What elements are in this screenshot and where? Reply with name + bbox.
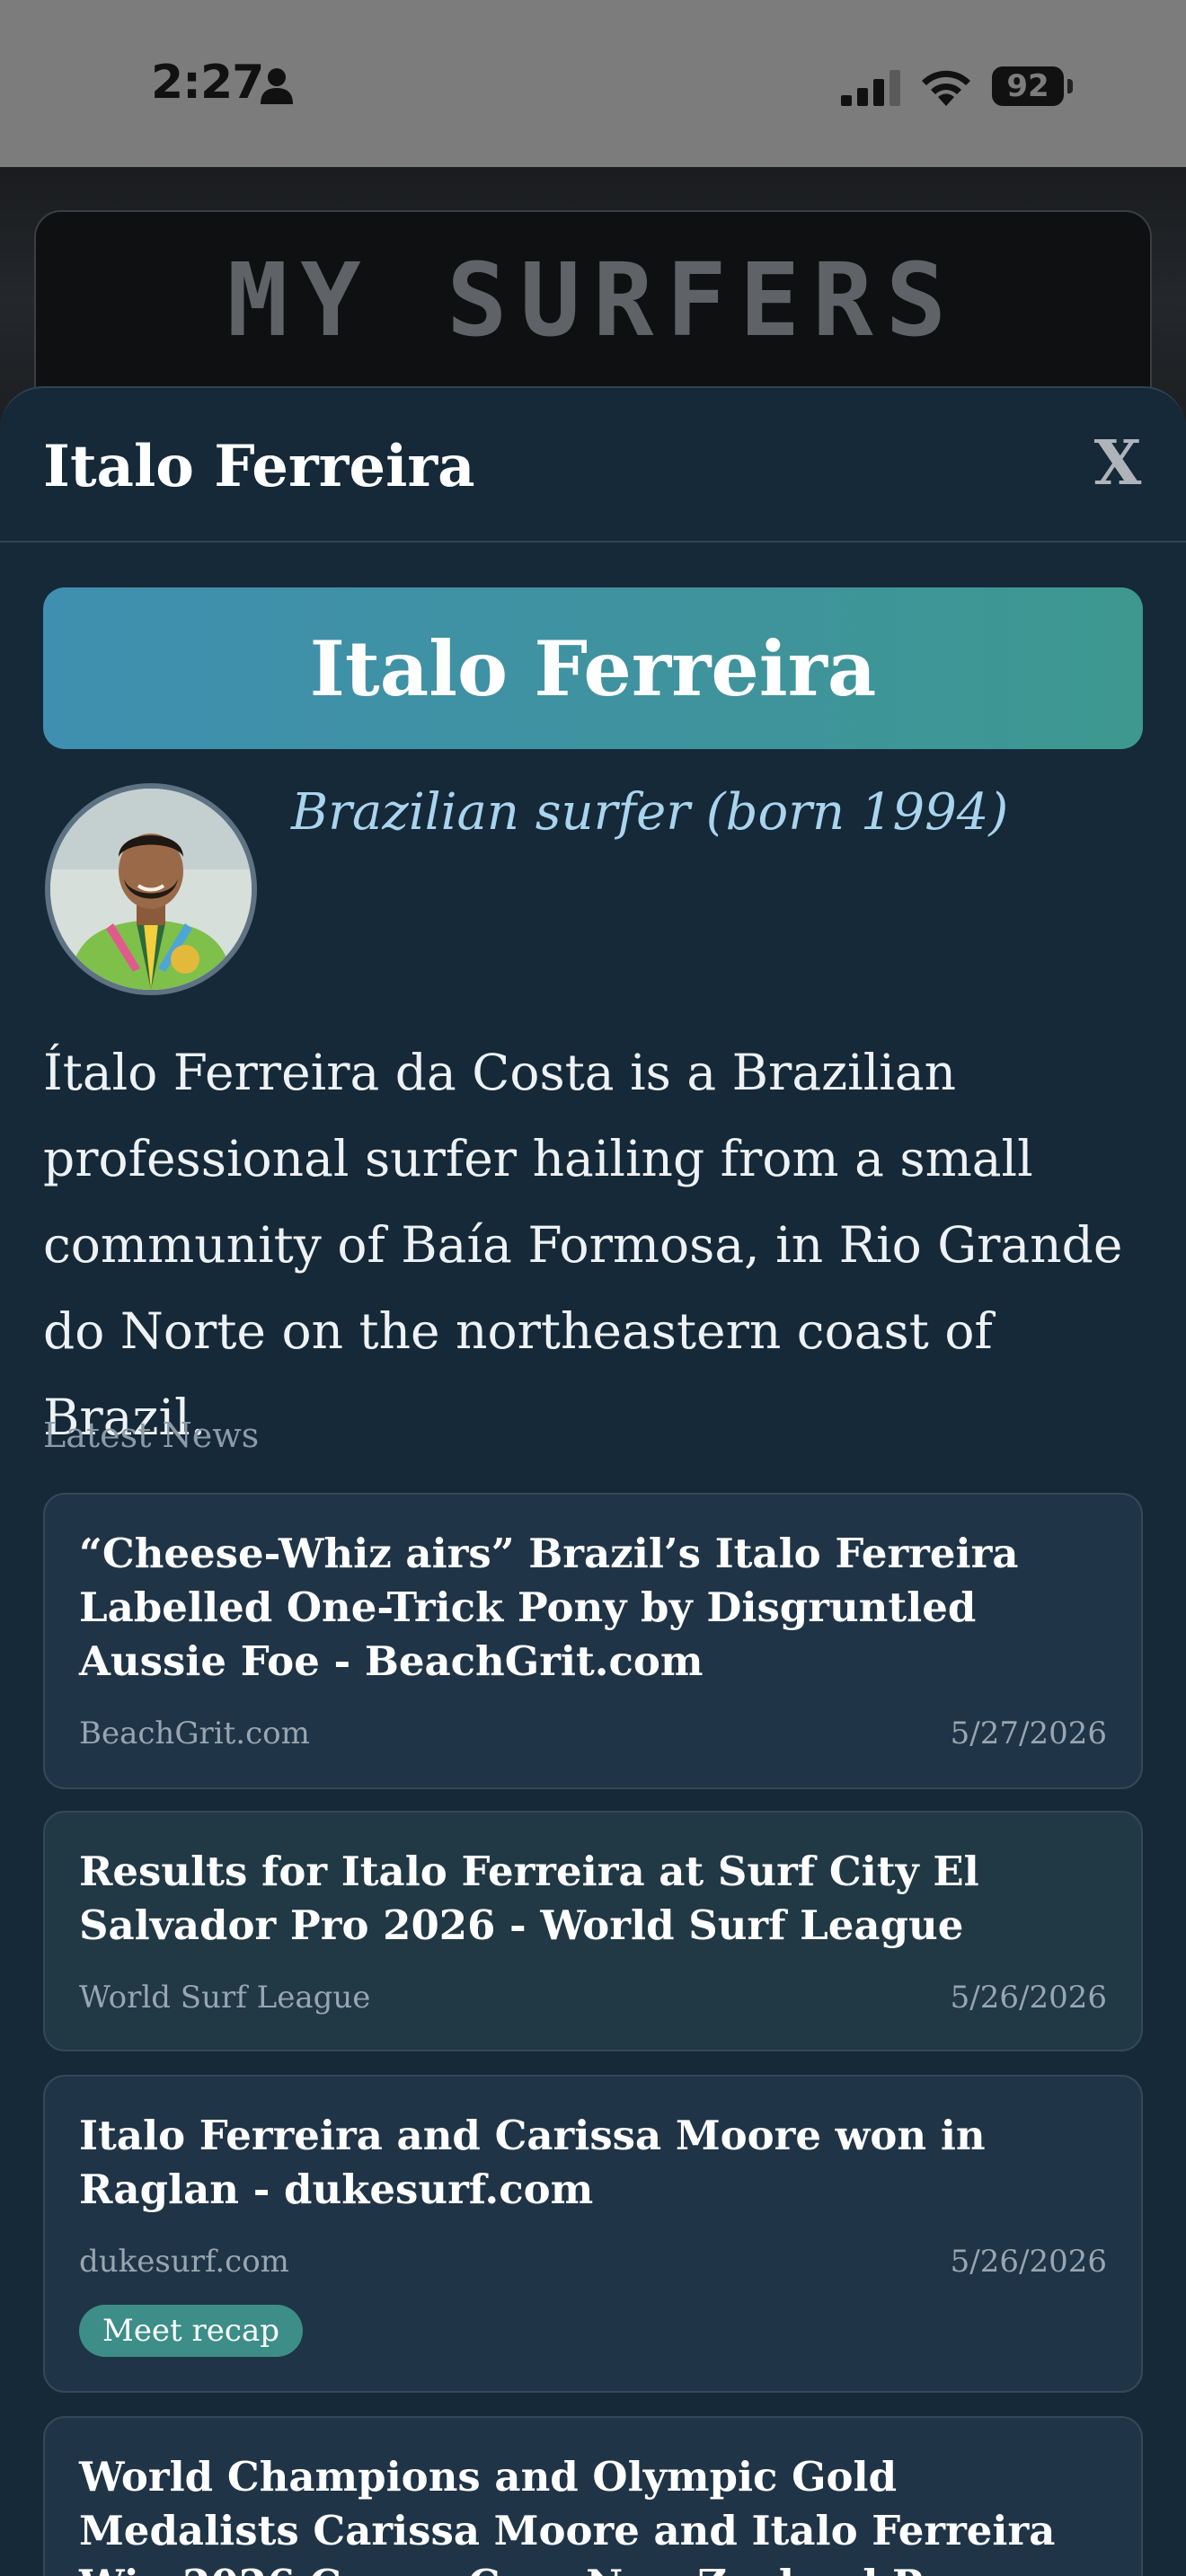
news-card[interactable]: Results for Italo Ferreira at Surf City …	[43, 1811, 1143, 2051]
news-card[interactable]: Italo Ferreira and Carissa Moore won in …	[43, 2075, 1143, 2393]
news-title: “Cheese-Whiz airs” Brazil’s Italo Ferrei…	[79, 1530, 1019, 1685]
news-source: World Surf League	[79, 1980, 371, 2016]
signal-icon	[841, 70, 900, 106]
background-app-title: MY SURFERS	[226, 243, 960, 359]
wifi-icon	[922, 70, 970, 106]
sheet-title: Italo Ferreira	[43, 433, 475, 500]
surfer-photo	[50, 789, 252, 990]
news-date: 5/26/2026	[950, 2244, 1107, 2280]
news-card[interactable]: World Champions and Olympic Gold Medalis…	[43, 2416, 1143, 2576]
news-title: Italo Ferreira and Carissa Moore won in …	[79, 2112, 986, 2213]
screen: 2:27 92 MY SURFERS Italo Ferreira X Ital…	[0, 0, 1186, 2576]
person-icon	[261, 68, 293, 104]
surfer-subtitle: Brazilian surfer (born 1994)	[291, 783, 1009, 842]
news-source: BeachGrit.com	[79, 1716, 310, 1751]
status-bar: 2:27 92	[0, 0, 1186, 167]
news-date: 5/26/2026	[950, 1980, 1107, 2016]
avatar	[45, 783, 257, 995]
name-banner: Italo Ferreira	[43, 587, 1143, 749]
battery-icon: 92	[992, 66, 1064, 106]
surfer-bio: Ítalo Ferreira da Costa is a Brazilian p…	[43, 1044, 1123, 1446]
close-button[interactable]: X	[1082, 428, 1154, 499]
latest-news-heading: Latest News	[43, 1416, 260, 1455]
news-title: World Champions and Olympic Gold Medalis…	[79, 2453, 1056, 2576]
news-tag[interactable]: Meet recap	[79, 2305, 303, 2357]
surfer-name: Italo Ferreira	[309, 623, 877, 713]
status-time: 2:27	[151, 56, 264, 110]
sheet-header: Italo Ferreira X	[0, 388, 1186, 543]
news-date: 5/27/2026	[950, 1716, 1107, 1751]
news-source: dukesurf.com	[79, 2244, 289, 2280]
news-card[interactable]: “Cheese-Whiz airs” Brazil’s Italo Ferrei…	[43, 1493, 1143, 1789]
surfer-detail-sheet: Italo Ferreira X Italo Ferreira Brazilia…	[0, 386, 1186, 2576]
battery-level: 92	[1006, 68, 1049, 104]
news-title: Results for Italo Ferreira at Surf City …	[79, 1848, 979, 1949]
battery-cap	[1067, 79, 1073, 93]
